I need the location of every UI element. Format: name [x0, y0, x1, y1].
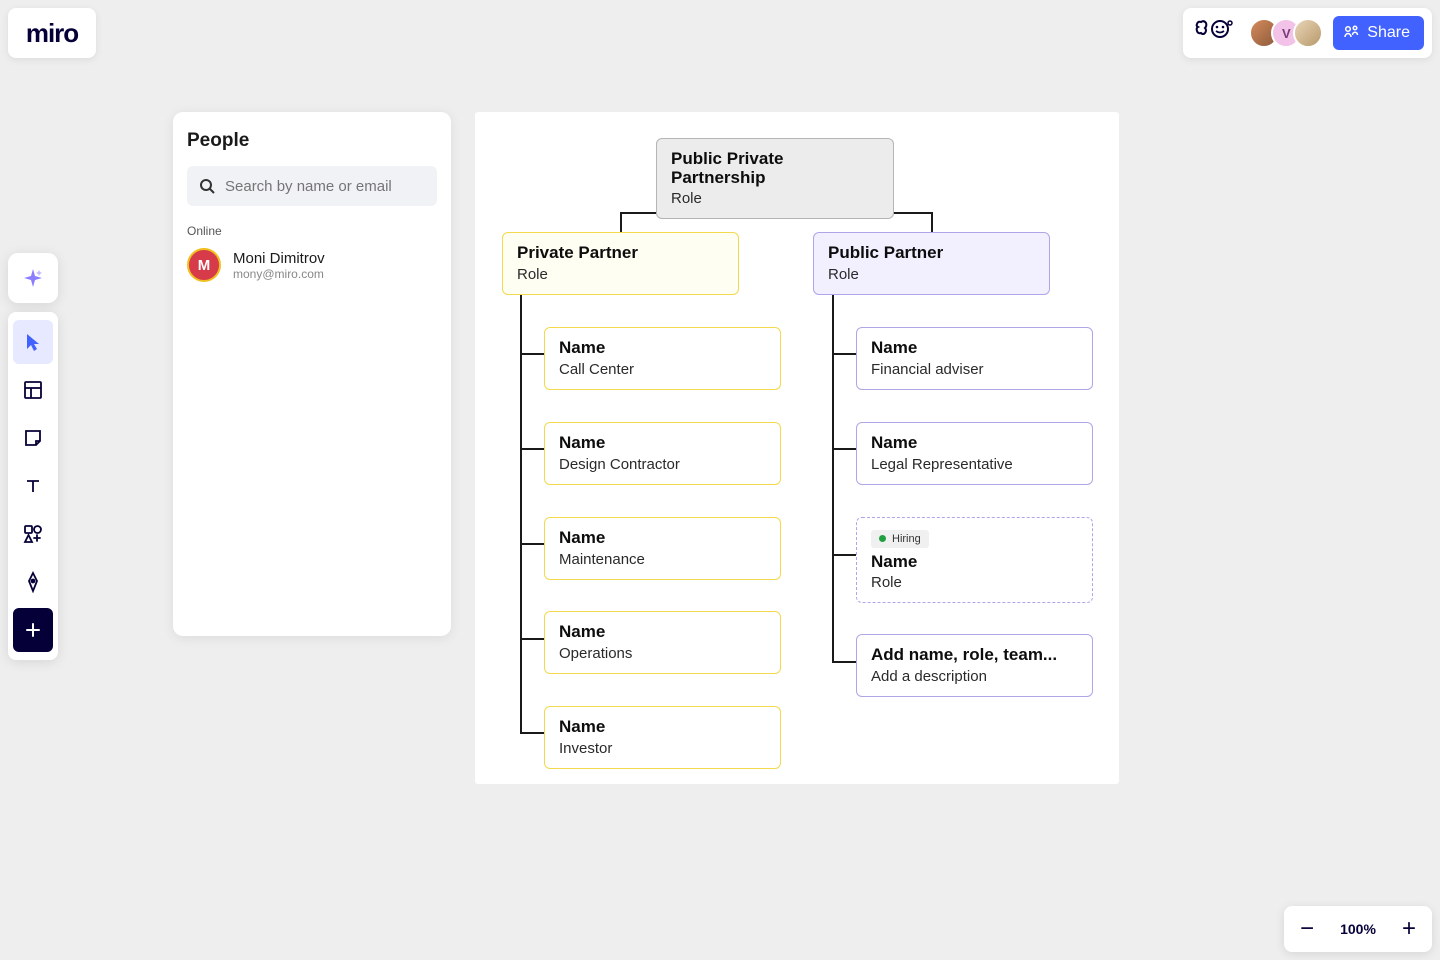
shapes-tool[interactable]	[13, 512, 53, 556]
org-node[interactable]: Name Investor	[544, 706, 781, 769]
share-label: Share	[1367, 24, 1410, 42]
node-title: Name	[871, 553, 1078, 572]
node-sub: Role	[828, 266, 1035, 283]
connector	[520, 638, 544, 640]
logo-text: miro	[26, 18, 78, 49]
org-root-node[interactable]: Public Private Partnership Role	[656, 138, 894, 219]
node-title: Name	[559, 623, 766, 642]
search-icon	[199, 178, 215, 194]
more-tools[interactable]	[13, 608, 53, 652]
connector	[832, 353, 856, 355]
org-node[interactable]: Name Design Contractor	[544, 422, 781, 485]
org-node[interactable]: Name Call Center	[544, 327, 781, 390]
zoom-in-button[interactable]: +	[1396, 915, 1422, 943]
node-sub: Role	[871, 574, 1078, 591]
app-logo[interactable]: miro	[8, 8, 96, 58]
node-title: Add name, role, team...	[871, 646, 1078, 665]
templates-tool[interactable]	[13, 368, 53, 412]
people-panel: People Online M Moni Dimitrov mony@miro.…	[173, 112, 451, 636]
node-sub: Call Center	[559, 361, 766, 378]
hiring-badge: Hiring	[871, 530, 929, 548]
text-tool[interactable]	[13, 464, 53, 508]
person-email: mony@miro.com	[233, 267, 325, 281]
avatar[interactable]	[1293, 18, 1323, 48]
left-toolbar	[8, 312, 58, 660]
org-node-placeholder[interactable]: Add name, role, team... Add a descriptio…	[856, 634, 1093, 697]
node-title: Public Private Partnership	[671, 150, 879, 187]
node-sub: Role	[671, 190, 879, 207]
online-label: Online	[187, 224, 437, 238]
connector	[520, 353, 544, 355]
connector	[931, 212, 933, 232]
person-row[interactable]: M Moni Dimitrov mony@miro.com	[187, 248, 437, 282]
node-sub: Maintenance	[559, 551, 766, 568]
node-title: Name	[871, 339, 1078, 358]
node-title: Name	[559, 434, 766, 453]
node-sub: Role	[517, 266, 724, 283]
org-public-header[interactable]: Public Partner Role	[813, 232, 1050, 295]
connector	[520, 448, 544, 450]
board-canvas[interactable]: Public Private Partnership Role Private …	[475, 112, 1119, 784]
connector	[832, 554, 856, 556]
connector	[832, 661, 856, 663]
hiring-label: Hiring	[892, 533, 921, 545]
connector	[520, 543, 544, 545]
zoom-controls: − 100% +	[1284, 906, 1432, 952]
node-sub: Design Contractor	[559, 456, 766, 473]
org-node[interactable]: Name Legal Representative	[856, 422, 1093, 485]
people-title: People	[187, 130, 437, 152]
org-node-hiring[interactable]: Hiring Name Role	[856, 517, 1093, 603]
share-icon	[1343, 24, 1359, 42]
node-title: Name	[559, 529, 766, 548]
search-input[interactable]	[225, 178, 425, 195]
node-sub: Legal Representative	[871, 456, 1078, 473]
reactions-icon[interactable]	[1191, 18, 1239, 48]
node-title: Name	[871, 434, 1078, 453]
node-title: Name	[559, 339, 766, 358]
person-avatar: M	[187, 248, 221, 282]
org-node[interactable]: Name Maintenance	[544, 517, 781, 580]
connector	[520, 732, 544, 734]
person-name: Moni Dimitrov	[233, 250, 325, 267]
node-sub: Add a description	[871, 668, 1078, 685]
org-node[interactable]: Name Operations	[544, 611, 781, 674]
topbar-right: V Share	[1183, 8, 1432, 58]
collaborator-avatars[interactable]: V	[1249, 18, 1323, 48]
zoom-out-button[interactable]: −	[1294, 915, 1320, 943]
org-private-header[interactable]: Private Partner Role	[502, 232, 739, 295]
node-title: Name	[559, 718, 766, 737]
connector	[620, 212, 622, 232]
connector	[832, 285, 834, 661]
node-sub: Financial adviser	[871, 361, 1078, 378]
zoom-value[interactable]: 100%	[1338, 921, 1378, 937]
node-title: Public Partner	[828, 244, 1035, 263]
share-button[interactable]: Share	[1333, 16, 1424, 50]
status-dot-icon	[879, 535, 886, 542]
ai-tool-button[interactable]	[8, 253, 58, 303]
node-sub: Investor	[559, 740, 766, 757]
org-node[interactable]: Name Financial adviser	[856, 327, 1093, 390]
connector	[832, 448, 856, 450]
pen-tool[interactable]	[13, 560, 53, 604]
node-title: Private Partner	[517, 244, 724, 263]
people-search[interactable]	[187, 166, 437, 206]
node-sub: Operations	[559, 645, 766, 662]
select-tool[interactable]	[13, 320, 53, 364]
sticky-note-tool[interactable]	[13, 416, 53, 460]
